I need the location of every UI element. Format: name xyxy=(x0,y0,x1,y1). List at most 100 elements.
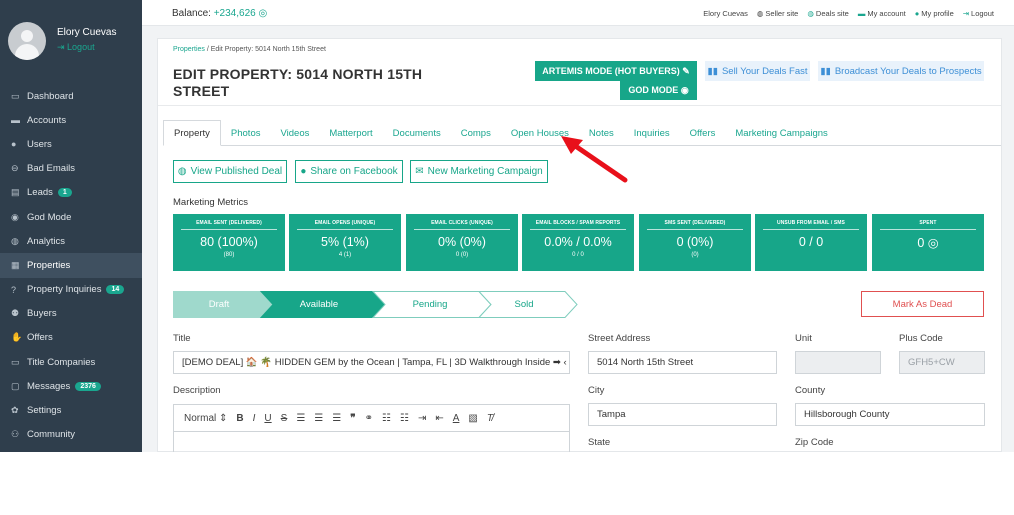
new-marketing-campaign-button[interactable]: ✉ New Marketing Campaign xyxy=(410,160,548,183)
top-logout-link[interactable]: ⇥ Logout xyxy=(963,9,994,18)
metric-email-sent: EMAIL SENT (DELIVERED) 80 (100%) (80) xyxy=(173,214,285,271)
unit-label: Unit xyxy=(795,333,812,344)
sidebar-item-bad-emails[interactable]: ⊖ Bad Emails xyxy=(0,157,142,181)
tab-marketing-campaigns[interactable]: Marketing Campaigns xyxy=(725,120,837,146)
sidebar-item-god-mode[interactable]: ◉ God Mode xyxy=(0,205,142,229)
sidebar-item-label: Property Inquiries xyxy=(27,284,102,296)
plus-code-input[interactable]: GFH5+CW xyxy=(899,351,985,374)
view-published-deal-button[interactable]: ◍ View Published Deal xyxy=(173,160,287,183)
bold-icon[interactable]: B xyxy=(236,413,243,424)
underline-icon[interactable]: U xyxy=(264,413,271,424)
community-icon: ⚇ xyxy=(11,429,20,440)
seller-site-link[interactable]: ◍ Seller site xyxy=(757,9,798,18)
sidebar-item-properties[interactable]: ▦ Properties xyxy=(0,253,142,278)
tab-photos[interactable]: Photos xyxy=(221,120,271,146)
title-input[interactable]: [DEMO DEAL] 🏠 🌴 HIDDEN GEM by the Ocean … xyxy=(173,351,570,374)
italic-icon[interactable]: I xyxy=(253,413,256,424)
my-profile-link[interactable]: ● My profile xyxy=(915,9,954,18)
god-mode-button[interactable]: GOD MODE ◉ xyxy=(620,81,697,100)
format-select[interactable]: Normal ⇕ xyxy=(184,413,227,424)
metric-label: UNSUB FROM EMAIL / SMS xyxy=(777,220,845,226)
unit-input[interactable] xyxy=(795,351,881,374)
strikethrough-icon[interactable]: S xyxy=(281,413,288,424)
logout-icon: ⇥ xyxy=(57,42,68,52)
tab-comps[interactable]: Comps xyxy=(451,120,501,146)
metric-sub: 0 (0) xyxy=(455,252,469,258)
bullet-list-icon[interactable]: ☷ xyxy=(400,413,409,424)
coin-icon: ◎ xyxy=(255,8,268,19)
text-color-icon[interactable]: A xyxy=(453,413,460,424)
tab-offers[interactable]: Offers xyxy=(680,120,726,146)
indent-icon[interactable]: ⇥ xyxy=(418,413,426,424)
background-color-icon[interactable]: ▧ xyxy=(468,413,477,424)
stage-pending[interactable]: Pending xyxy=(380,291,480,317)
ordered-list-icon[interactable]: ☷ xyxy=(382,413,391,424)
sidebar-item-title-companies[interactable]: ▭ Title Companies xyxy=(0,350,142,374)
metric-value: 0 ◎ xyxy=(917,236,939,250)
briefcase-icon: ▬ xyxy=(11,115,20,126)
blockquote-icon[interactable]: ❞ xyxy=(350,413,355,424)
metric-value: 0 (0%) xyxy=(676,235,714,249)
view-published-deal-label: View Published Deal xyxy=(190,166,283,177)
county-input[interactable]: Hillsborough County xyxy=(795,403,985,426)
sidebar-item-buyers[interactable]: ⚉ Buyers xyxy=(0,302,142,326)
sell-deals-label: Sell Your Deals Fast xyxy=(721,65,808,77)
artemis-mode-button[interactable]: ARTEMIS MODE (HOT BUYERS) ✎ xyxy=(535,61,697,81)
ban-icon: ⊖ xyxy=(11,163,19,174)
tab-documents[interactable]: Documents xyxy=(383,120,451,146)
metric-sub: (80) xyxy=(223,252,235,258)
sidebar-item-analytics[interactable]: ◍ Analytics xyxy=(0,229,142,253)
plus-code-label: Plus Code xyxy=(899,333,943,344)
stage-draft[interactable]: Draft xyxy=(173,291,265,317)
sidebar-item-property-inquiries[interactable]: ? Property Inquiries 14 xyxy=(0,278,142,302)
metric-sub: (0) xyxy=(691,252,699,258)
globe-icon: ◍ xyxy=(756,9,764,18)
sidebar-item-label: Buyers xyxy=(27,308,57,320)
tab-matterport[interactable]: Matterport xyxy=(319,120,382,146)
sidebar-item-accounts[interactable]: ▬ Accounts xyxy=(0,108,142,132)
sidebar-item-offers[interactable]: ✋ Offers xyxy=(0,326,142,350)
align-right-icon[interactable]: ☰ xyxy=(332,413,341,424)
tab-videos[interactable]: Videos xyxy=(270,120,319,146)
sidebar-item-users[interactable]: ● Users xyxy=(0,132,142,156)
stage-available[interactable]: Available xyxy=(265,291,373,317)
sidebar-item-dashboard[interactable]: ▭ Dashboard xyxy=(0,84,142,108)
sidebar-item-community[interactable]: ⚇ Community xyxy=(0,423,142,447)
align-left-icon[interactable]: ☰ xyxy=(296,413,305,424)
sidebar-nav: ▭ Dashboard ▬ Accounts ● Users ⊖ Bad Emails … xyxy=(0,84,142,447)
mark-as-dead-button[interactable]: Mark As Dead xyxy=(861,291,984,317)
clear-format-icon[interactable]: T̸ xyxy=(487,413,493,424)
align-center-icon[interactable]: ☰ xyxy=(314,413,323,424)
metric-email-blocks: EMAIL BLOCKS / SPAM REPORTS 0.0% / 0.0% 0 … xyxy=(522,214,634,271)
sidebar-item-messages[interactable]: ▢ Messages 2376 xyxy=(0,374,142,398)
page-title: EDIT PROPERTY: 5014 NORTH 15TH STREET xyxy=(173,66,423,99)
outdent-icon[interactable]: ⇤ xyxy=(435,413,443,424)
breadcrumb-properties-link[interactable]: Properties xyxy=(173,46,205,53)
share-facebook-button[interactable]: ● Share on Facebook xyxy=(295,160,403,183)
description-editor[interactable] xyxy=(173,431,570,452)
logout-link[interactable]: ⇥ Logout xyxy=(57,42,95,53)
sidebar-item-settings[interactable]: ✿ Settings xyxy=(0,398,142,422)
topbar: Balance: +234,626 ◎ Elory Cuevas ◍ Seller… xyxy=(142,0,1014,26)
balance: Balance: +234,626 ◎ xyxy=(172,8,267,19)
broadcast-deals-button[interactable]: ▮▮ Broadcast Your Deals to Prospects xyxy=(818,61,984,81)
link-icon[interactable]: ⚭ xyxy=(365,413,373,424)
id-card-icon: ▬ xyxy=(857,9,866,18)
tab-property[interactable]: Property xyxy=(163,120,221,146)
my-account-link[interactable]: ▬ My account xyxy=(858,9,906,18)
top-user-name[interactable]: Elory Cuevas xyxy=(703,9,748,18)
sell-deals-button[interactable]: ▮▮ Sell Your Deals Fast xyxy=(705,61,810,81)
sidebar-item-leads[interactable]: ▤ Leads 1 xyxy=(0,181,142,205)
avatar[interactable] xyxy=(8,22,46,60)
sidebar-item-label: Properties xyxy=(27,259,71,271)
deals-site-label: Deals site xyxy=(815,9,849,18)
balance-value: +234,626 xyxy=(213,8,256,19)
user-block: Elory Cuevas ⇥ Logout xyxy=(8,22,138,62)
deals-site-link[interactable]: ◍ Deals site xyxy=(807,9,848,18)
building-icon: ▦ xyxy=(11,259,20,270)
top-links: Elory Cuevas ◍ Seller site ◍ Deals site ▬ M… xyxy=(703,9,994,18)
street-address-input[interactable]: 5014 North 15th Street xyxy=(588,351,777,374)
stage-sold[interactable]: Sold xyxy=(486,291,562,317)
broadcast-deals-label: Broadcast Your Deals to Prospects xyxy=(834,65,982,77)
city-input[interactable]: Tampa xyxy=(588,403,777,426)
